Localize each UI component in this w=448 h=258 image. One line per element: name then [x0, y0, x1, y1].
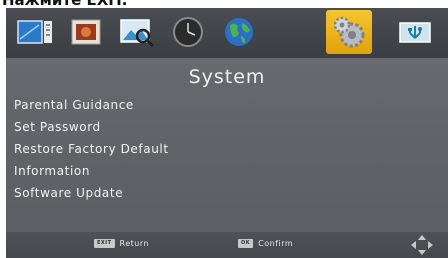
- caption-text: Нажмите EXIT.: [2, 0, 128, 8]
- channel-search-icon: [120, 19, 155, 47]
- clock-icon: [173, 17, 203, 47]
- tv-screen: System Parental Guidance Set Password Re…: [6, 8, 448, 258]
- return-hint: EXIT Return: [94, 239, 149, 248]
- exit-key-badge: EXIT: [94, 239, 115, 248]
- tab-picture[interactable]: [63, 10, 109, 54]
- picture-icon: [71, 19, 101, 45]
- channel-list-icon: [17, 20, 52, 44]
- confirm-label: Confirm: [258, 239, 294, 248]
- menu-item-set-password[interactable]: Set Password: [14, 116, 169, 138]
- menu-item-information[interactable]: Information: [14, 160, 169, 182]
- confirm-hint: OK Confirm: [238, 239, 293, 248]
- usb-icon: [399, 22, 431, 43]
- tab-system[interactable]: [326, 10, 372, 54]
- ok-key-badge: OK: [238, 239, 254, 248]
- caption-strip: Нажмите EXIT.: [0, 0, 448, 8]
- tab-channel-list[interactable]: [12, 10, 58, 54]
- globe-icon: [225, 18, 253, 46]
- help-bar: EXIT Return OK Confirm: [6, 232, 448, 258]
- menu-item-parental-guidance[interactable]: Parental Guidance: [14, 94, 169, 116]
- tab-usb[interactable]: [392, 10, 438, 54]
- navigation-arrows-icon: [411, 235, 433, 255]
- tab-language[interactable]: [216, 10, 262, 54]
- main-menu-icon-bar: [6, 8, 448, 58]
- tab-time[interactable]: [165, 10, 211, 54]
- menu-item-restore-factory-default[interactable]: Restore Factory Default: [14, 138, 169, 160]
- return-label: Return: [119, 239, 150, 248]
- system-menu: Parental Guidance Set Password Restore F…: [14, 94, 169, 204]
- page-title: System: [188, 66, 266, 88]
- gears-icon: [333, 16, 365, 48]
- menu-item-software-update[interactable]: Software Update: [14, 182, 169, 204]
- tab-channel-search[interactable]: [114, 10, 160, 54]
